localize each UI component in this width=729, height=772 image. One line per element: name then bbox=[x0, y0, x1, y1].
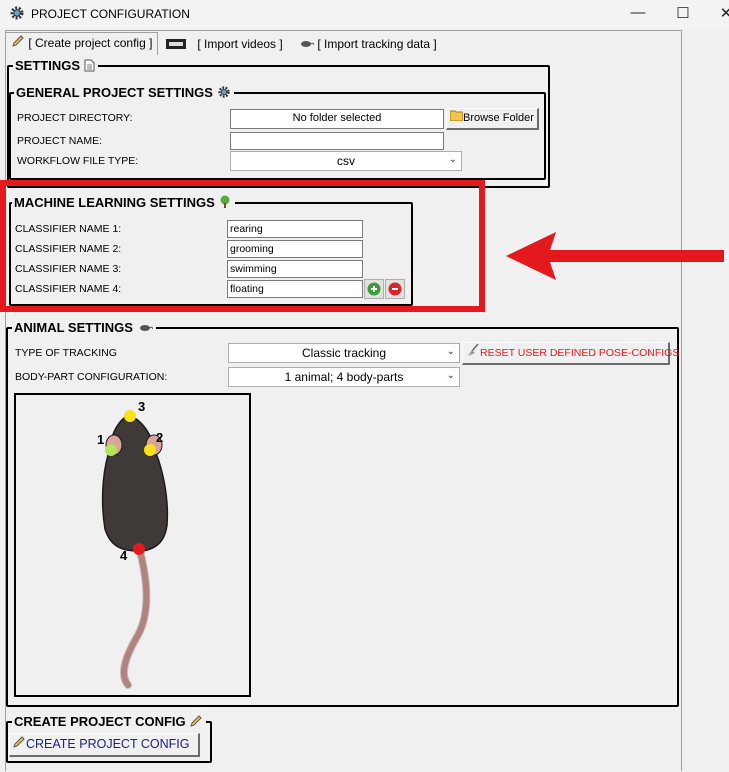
type-of-tracking-dropdown[interactable]: Classic tracking ⌄ bbox=[228, 343, 460, 363]
pencil-icon bbox=[189, 714, 203, 731]
project-name-label: PROJECT NAME: bbox=[17, 135, 102, 147]
title-bar: PROJECT CONFIGURATION — ☐ ✕ bbox=[0, 0, 729, 28]
keypoint-3 bbox=[124, 410, 136, 422]
film-icon bbox=[166, 34, 186, 56]
document-icon bbox=[84, 59, 95, 75]
tab-label: [ Create project config ] bbox=[28, 36, 153, 50]
tab-label: [ Import videos ] bbox=[197, 37, 283, 51]
arrow-icon bbox=[506, 232, 724, 280]
general-settings-title: GENERAL PROJECT SETTINGS bbox=[14, 85, 234, 103]
tab-create-project-config[interactable]: [ Create project config ] bbox=[5, 32, 159, 55]
pencil-icon bbox=[11, 34, 25, 54]
body-part-image-panel: 1 2 3 4 bbox=[14, 393, 251, 697]
keypoint-label-4: 4 bbox=[120, 548, 128, 563]
close-button[interactable]: ✕ bbox=[714, 4, 729, 22]
tab-import-videos[interactable]: [ Import videos ] bbox=[166, 33, 283, 55]
chevron-down-icon: ⌄ bbox=[446, 346, 455, 357]
keypoint-2 bbox=[144, 444, 156, 456]
workflow-file-type-label: WORKFLOW FILE TYPE: bbox=[17, 155, 139, 167]
pencil-icon bbox=[12, 735, 26, 755]
body-part-config-dropdown[interactable]: 1 animal; 4 body-parts ⌄ bbox=[228, 367, 460, 387]
gear-icon bbox=[217, 85, 231, 102]
keypoint-label-2: 2 bbox=[156, 430, 163, 445]
project-name-field[interactable] bbox=[230, 132, 444, 150]
keypoint-4 bbox=[133, 543, 145, 555]
reset-pose-configs-button[interactable]: RESET USER DEFINED POSE-CONFIGS bbox=[462, 342, 679, 365]
tab-import-tracking-data[interactable]: [ Import tracking data ] bbox=[298, 33, 437, 55]
project-directory-field[interactable]: No folder selected bbox=[230, 109, 444, 129]
settings-title: SETTINGS bbox=[13, 58, 98, 75]
minimize-button[interactable]: — bbox=[626, 4, 650, 21]
chevron-down-icon: ⌄ bbox=[448, 154, 457, 165]
chevron-down-icon: ⌄ bbox=[446, 370, 455, 381]
animal-settings-title: ANIMAL SETTINGS bbox=[12, 320, 156, 337]
gear-icon bbox=[9, 5, 25, 24]
mouse-icon bbox=[137, 321, 154, 336]
project-directory-label: PROJECT DIRECTORY: bbox=[17, 112, 133, 124]
window-title: PROJECT CONFIGURATION bbox=[31, 7, 190, 21]
keypoint-label-3: 3 bbox=[138, 399, 145, 414]
browse-folder-button[interactable]: Browse Folder bbox=[446, 108, 539, 130]
type-of-tracking-label: TYPE OF TRACKING bbox=[15, 347, 117, 359]
highlight-box bbox=[0, 180, 485, 312]
keypoint-1 bbox=[105, 444, 117, 456]
workflow-file-type-dropdown[interactable]: csv ⌄ bbox=[230, 151, 462, 171]
mouse-icon bbox=[298, 34, 315, 56]
create-project-config-button[interactable]: CREATE PROJECT CONFIG bbox=[9, 733, 200, 757]
maximize-button[interactable]: ☐ bbox=[671, 4, 695, 22]
folder-icon bbox=[449, 109, 464, 127]
tab-label: [ Import tracking data ] bbox=[317, 37, 437, 51]
keypoint-label-1: 1 bbox=[97, 432, 104, 447]
broom-icon bbox=[466, 343, 480, 363]
mouse-diagram: 1 2 3 4 bbox=[97, 399, 169, 689]
body-part-config-label: BODY-PART CONFIGURATION: bbox=[15, 371, 168, 383]
create-config-title: CREATE PROJECT CONFIG bbox=[12, 714, 207, 732]
